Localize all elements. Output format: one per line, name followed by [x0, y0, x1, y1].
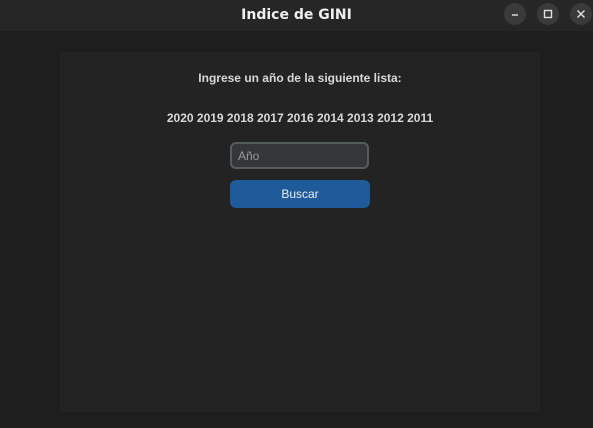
maximize-button[interactable]	[537, 3, 559, 25]
close-icon	[577, 10, 585, 18]
years-list-label: 2020 2019 2018 2017 2016 2014 2013 2012 …	[166, 111, 434, 125]
app-window: Indice de GINI Ingrese un año de la sigu…	[0, 0, 593, 428]
title-bar[interactable]: Indice de GINI	[0, 0, 593, 31]
minimize-icon	[512, 14, 518, 16]
minimize-button[interactable]	[504, 3, 526, 25]
main-panel: Ingrese un año de la siguiente lista: 20…	[60, 52, 540, 412]
year-input[interactable]	[230, 142, 369, 169]
close-button[interactable]	[570, 3, 592, 25]
maximize-icon	[543, 9, 553, 19]
prompt-label: Ingrese un año de la siguiente lista:	[198, 71, 402, 85]
search-button[interactable]: Buscar	[230, 180, 370, 208]
